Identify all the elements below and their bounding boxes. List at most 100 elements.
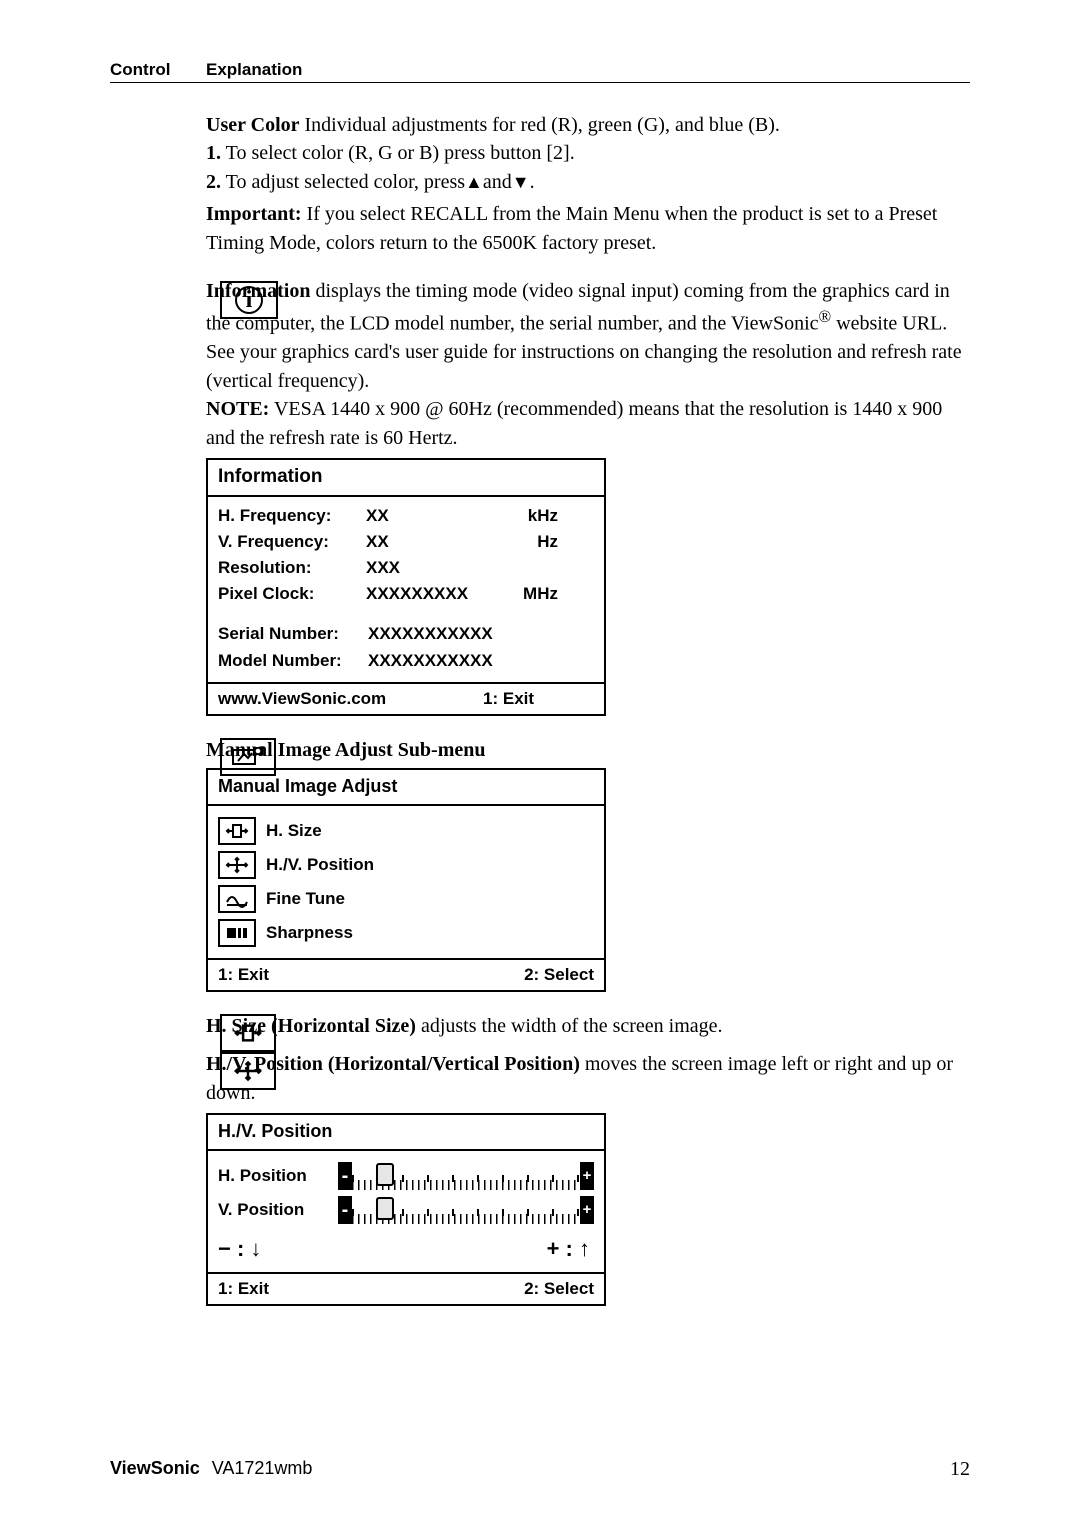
vfreq-value: XX: [366, 530, 518, 554]
info-footer-exit: 1: Exit: [423, 687, 594, 711]
table-header: Control Explanation: [110, 60, 970, 83]
minus-icon: -: [338, 1162, 352, 1190]
hsize-text: adjusts the width of the screen image.: [416, 1015, 723, 1037]
vfreq-label: V. Frequency:: [218, 530, 366, 554]
slider-thumb-icon: [376, 1163, 394, 1186]
info-box-title: Information: [208, 460, 604, 497]
mia-item-1: H./V. Position: [266, 853, 374, 877]
hsize-paragraph: H. Size (Horizontal Size) adjusts the wi…: [206, 1012, 970, 1040]
page-footer: ViewSonic VA1721wmb 12: [110, 1458, 970, 1481]
slider-track: [352, 1162, 580, 1190]
mia-item-2: Fine Tune: [266, 887, 345, 911]
table-row: Model Number: XXXXXXXXXXX: [218, 648, 594, 674]
vpos-label: V. Position: [218, 1198, 324, 1222]
note-label: NOTE:: [206, 398, 269, 420]
mia-list: H. Size H./V. Position Fine Tune: [208, 806, 604, 960]
hposition-row: H. Position - +: [218, 1159, 594, 1193]
mia-icon-container: [220, 736, 292, 776]
information-paragraph: Information displays the timing mode (vi…: [206, 277, 970, 716]
step2-text-c: .: [530, 171, 535, 193]
model-value: XXXXXXXXXXX: [368, 649, 493, 673]
hsize-left-icon: [220, 1012, 292, 1052]
important-text: If you select RECALL from the Main Menu …: [206, 203, 937, 253]
sharpness-icon: [218, 919, 256, 947]
hvpos-box-title: H./V. Position: [208, 1115, 604, 1151]
slider-track: [352, 1196, 580, 1224]
mia-item-3: Sharpness: [266, 921, 353, 945]
step2-text-a: To adjust selected color, press: [221, 171, 465, 193]
hfreq-value: XX: [366, 504, 518, 528]
info-letter-i-icon: i: [235, 286, 263, 314]
page-number: 12: [950, 1458, 970, 1481]
table-row: Resolution: XXX: [218, 555, 594, 581]
list-item: Sharpness: [218, 916, 594, 950]
hsize-icon: [218, 817, 256, 845]
hsize-box-icon: [220, 1014, 276, 1052]
information-icon-container: i: [220, 277, 292, 319]
hvpos-icon: [218, 851, 256, 879]
hvpos-left-icon: [220, 1050, 292, 1090]
table-row: V. Frequency: XX Hz: [218, 529, 594, 555]
user-color-title: User Color: [206, 114, 300, 136]
res-value: XXX: [366, 556, 518, 580]
step1-num: 1.: [206, 142, 221, 164]
vfreq-unit: Hz: [518, 530, 558, 554]
header-control: Control: [110, 60, 206, 80]
list-item: H. Size: [218, 814, 594, 848]
note-text: VESA 1440 x 900 @ 60Hz (recommended) mea…: [206, 398, 942, 448]
hvpos-box-body: H. Position - + V. Position: [208, 1151, 604, 1274]
header-explanation: Explanation: [206, 60, 302, 80]
plus-minus-legend: − : ↓ + : ↑: [218, 1227, 594, 1264]
plus-icon: +: [580, 1196, 594, 1224]
hpos-slider: - +: [338, 1162, 594, 1190]
hvpos-box-icon: [220, 1052, 276, 1090]
serial-value: XXXXXXXXXXX: [368, 622, 493, 646]
up-triangle-icon: ▲: [465, 172, 483, 192]
pclk-label: Pixel Clock:: [218, 582, 366, 606]
manual-image-adjust-icon: [220, 738, 276, 776]
hpos-label: H. Position: [218, 1164, 324, 1188]
vposition-row: V. Position - +: [218, 1193, 594, 1227]
info-box-footer: www.ViewSonic.com 1: Exit: [208, 684, 604, 714]
footer-brand: ViewSonic: [110, 1458, 200, 1481]
list-item: Fine Tune: [218, 882, 594, 916]
minus-icon: -: [338, 1196, 352, 1224]
minus-legend: − :: [218, 1236, 250, 1261]
important-label: Important:: [206, 203, 302, 225]
finetune-icon: [218, 885, 256, 913]
user-color-paragraph: User Color Individual adjustments for re…: [206, 111, 970, 257]
mia-paragraph: Manual Image Adjust Sub-menu Manual Imag…: [206, 736, 970, 992]
down-arrow-icon: ↓: [250, 1236, 261, 1261]
step1-text: To select color (R, G or B) press button…: [221, 142, 575, 164]
table-row: H. Frequency: XX kHz: [218, 503, 594, 529]
information-osd-box: Information H. Frequency: XX kHz V. Freq…: [206, 458, 606, 716]
hfreq-label: H. Frequency:: [218, 504, 366, 528]
mia-exit: 1: Exit: [218, 963, 406, 987]
plus-legend: + :: [547, 1236, 579, 1261]
list-item: H./V. Position: [218, 848, 594, 882]
pclk-value: XXXXXXXXX: [366, 582, 518, 606]
step2-num: 2.: [206, 171, 221, 193]
mia-item-0: H. Size: [266, 819, 322, 843]
step2-text-b: and: [483, 171, 512, 193]
registered-mark: ®: [819, 307, 832, 326]
info-box-body: H. Frequency: XX kHz V. Frequency: XX Hz…: [208, 497, 604, 684]
pclk-unit: MHz: [518, 582, 558, 606]
hvpos-osd-box: H./V. Position H. Position - +: [206, 1113, 606, 1306]
plus-icon: +: [580, 1162, 594, 1190]
mia-box-footer: 1: Exit 2: Select: [208, 960, 604, 990]
information-icon: i: [220, 281, 278, 319]
down-triangle-icon: ▼: [512, 172, 530, 192]
table-row: Serial Number: XXXXXXXXXXX: [218, 621, 594, 647]
mia-osd-box: Manual Image Adjust H. Size H./V. Positi…: [206, 768, 606, 992]
serial-label: Serial Number:: [218, 622, 368, 646]
model-label: Model Number:: [218, 649, 368, 673]
hvpos-exit: 1: Exit: [218, 1277, 406, 1301]
res-label: Resolution:: [218, 556, 366, 580]
hfreq-unit: kHz: [518, 504, 558, 528]
hvpos-paragraph: H./V. Position (Horizontal/Vertical Posi…: [206, 1050, 970, 1306]
vpos-slider: - +: [338, 1196, 594, 1224]
user-color-text: Individual adjustments for red (R), gree…: [300, 114, 780, 136]
hvpos-select: 2: Select: [406, 1277, 594, 1301]
slider-thumb-icon: [376, 1197, 394, 1220]
